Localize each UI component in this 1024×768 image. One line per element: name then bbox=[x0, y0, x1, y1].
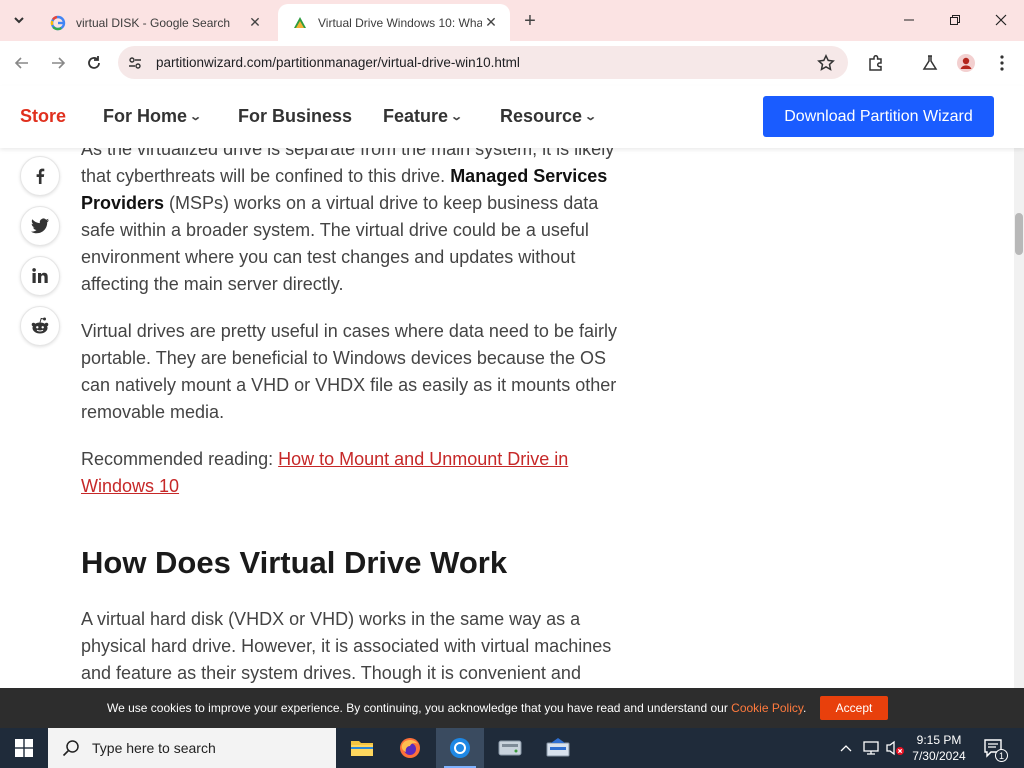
tab-google-search[interactable]: virtual DISK - Google Search ✕ bbox=[36, 4, 274, 41]
reddit-icon bbox=[31, 317, 49, 334]
taskbar-app-drive[interactable] bbox=[486, 728, 534, 768]
chrome-icon bbox=[450, 738, 470, 758]
clock-time: 9:15 PM bbox=[916, 733, 962, 747]
taskbar-chrome[interactable] bbox=[436, 728, 484, 768]
tab-title: virtual DISK - Google Search bbox=[76, 15, 231, 30]
minimize-button[interactable] bbox=[886, 0, 932, 40]
restore-icon bbox=[950, 15, 960, 25]
close-window-button[interactable] bbox=[978, 0, 1024, 40]
nav-for-business[interactable]: For Business bbox=[238, 106, 352, 127]
share-linkedin-button[interactable] bbox=[20, 256, 60, 296]
page-scrollbar-track[interactable] bbox=[1014, 86, 1024, 688]
windows-taskbar: Type here to search 9:15 PM 7/30/2024 1 bbox=[0, 728, 1024, 768]
recommended-reading: Recommended reading: How to Mount and Un… bbox=[81, 449, 569, 496]
taskbar-file-explorer[interactable] bbox=[338, 728, 386, 768]
cookie-message: We use cookies to improve your experienc… bbox=[107, 701, 807, 715]
nav-resource[interactable]: Resource ⌄ bbox=[500, 106, 598, 127]
taskbar-clock[interactable]: 9:15 PM 7/30/2024 bbox=[906, 732, 972, 764]
twitter-icon bbox=[31, 218, 49, 234]
volume-muted-icon bbox=[886, 740, 904, 756]
paragraph: As the virtualized drive is separate fro… bbox=[81, 139, 615, 294]
taskbar-search-box[interactable]: Type here to search bbox=[48, 728, 336, 768]
profile-avatar-icon[interactable] bbox=[954, 51, 978, 75]
taskbar-firefox[interactable] bbox=[386, 728, 434, 768]
nav-store[interactable]: Store bbox=[20, 106, 66, 127]
folder-icon bbox=[351, 741, 373, 756]
accept-cookies-button[interactable]: Accept bbox=[820, 696, 888, 720]
article-body: As the virtualized drive is separate fro… bbox=[81, 136, 626, 688]
network-status[interactable] bbox=[860, 728, 882, 768]
arrow-right-icon bbox=[52, 57, 66, 69]
share-twitter-button[interactable] bbox=[20, 206, 60, 246]
tray-overflow-button[interactable] bbox=[836, 728, 856, 768]
page-scrollbar-thumb[interactable] bbox=[1015, 213, 1023, 255]
minimize-icon bbox=[904, 19, 914, 21]
chevron-down-icon: ⌄ bbox=[189, 111, 203, 123]
volume-status[interactable] bbox=[884, 728, 906, 768]
disk-drive-icon bbox=[498, 740, 522, 756]
section-heading: How Does Virtual Drive Work bbox=[81, 545, 508, 580]
address-bar[interactable]: partitionwizard.com/partitionmanager/vir… bbox=[118, 46, 848, 79]
firefox-icon bbox=[400, 738, 420, 758]
extensions-icon[interactable] bbox=[864, 51, 888, 75]
google-icon bbox=[50, 15, 66, 30]
notification-center-button[interactable]: 1 bbox=[978, 728, 1010, 768]
windows-logo-icon bbox=[15, 739, 33, 757]
tab-search-button[interactable] bbox=[6, 8, 32, 32]
linkedin-icon bbox=[32, 268, 48, 283]
network-icon bbox=[863, 741, 879, 755]
notification-count: 1 bbox=[995, 749, 1008, 762]
cookie-policy-link[interactable]: Cookie Policy bbox=[731, 701, 803, 715]
chevron-up-icon bbox=[840, 745, 852, 752]
back-button[interactable] bbox=[8, 49, 36, 77]
arrow-left-icon bbox=[14, 57, 28, 69]
bookmark-star-icon[interactable] bbox=[814, 51, 838, 75]
tab-title: Virtual Drive Windows 10: What Is It bbox=[318, 15, 482, 30]
nav-feature[interactable]: Feature ⌄ bbox=[383, 106, 464, 127]
site-info-icon[interactable] bbox=[124, 52, 146, 74]
share-facebook-button[interactable] bbox=[20, 156, 60, 196]
chevron-down-icon: ⌄ bbox=[584, 111, 598, 123]
cookie-banner: We use cookies to improve your experienc… bbox=[0, 688, 1024, 728]
start-button[interactable] bbox=[0, 728, 48, 768]
close-icon bbox=[995, 14, 1007, 26]
reload-button[interactable] bbox=[80, 49, 108, 77]
close-tab-icon[interactable]: ✕ bbox=[246, 14, 264, 32]
partition-wizard-icon bbox=[294, 16, 306, 28]
search-icon bbox=[60, 737, 82, 759]
share-reddit-button[interactable] bbox=[20, 306, 60, 346]
page-content: As the virtualized drive is separate fro… bbox=[0, 86, 1014, 688]
download-button[interactable]: Download Partition Wizard bbox=[763, 96, 994, 137]
clock-date: 7/30/2024 bbox=[912, 749, 966, 763]
tab-virtual-drive[interactable]: Virtual Drive Windows 10: What Is It ✕ bbox=[278, 4, 510, 41]
paragraph: Virtual drives are pretty useful in case… bbox=[81, 321, 617, 422]
nav-for-home[interactable]: For Home ⌄ bbox=[103, 106, 203, 127]
restore-button[interactable] bbox=[932, 0, 978, 40]
chevron-down-icon: ⌄ bbox=[450, 111, 464, 123]
partition-tool-icon bbox=[546, 738, 570, 757]
paragraph: A virtual hard disk (VHDX or VHD) works … bbox=[81, 609, 612, 683]
labs-flask-icon[interactable] bbox=[918, 51, 942, 75]
chevron-down-icon bbox=[14, 17, 24, 24]
site-navigation: Store For Home ⌄ For Business Feature ⌄ Re… bbox=[0, 86, 1024, 148]
new-tab-button[interactable]: + bbox=[518, 9, 542, 33]
search-placeholder: Type here to search bbox=[92, 740, 216, 756]
url-text: partitionwizard.com/partitionmanager/vir… bbox=[156, 55, 520, 70]
reload-icon bbox=[88, 56, 100, 69]
browser-tabstrip: virtual DISK - Google Search ✕ Virtual D… bbox=[0, 0, 1024, 41]
browser-toolbar: partitionwizard.com/partitionmanager/vir… bbox=[0, 41, 1024, 85]
close-tab-icon[interactable]: ✕ bbox=[482, 14, 500, 32]
facebook-icon bbox=[36, 168, 45, 184]
menu-kebab-icon[interactable] bbox=[990, 51, 1014, 75]
forward-button[interactable] bbox=[44, 49, 72, 77]
taskbar-app-partition[interactable] bbox=[534, 728, 582, 768]
